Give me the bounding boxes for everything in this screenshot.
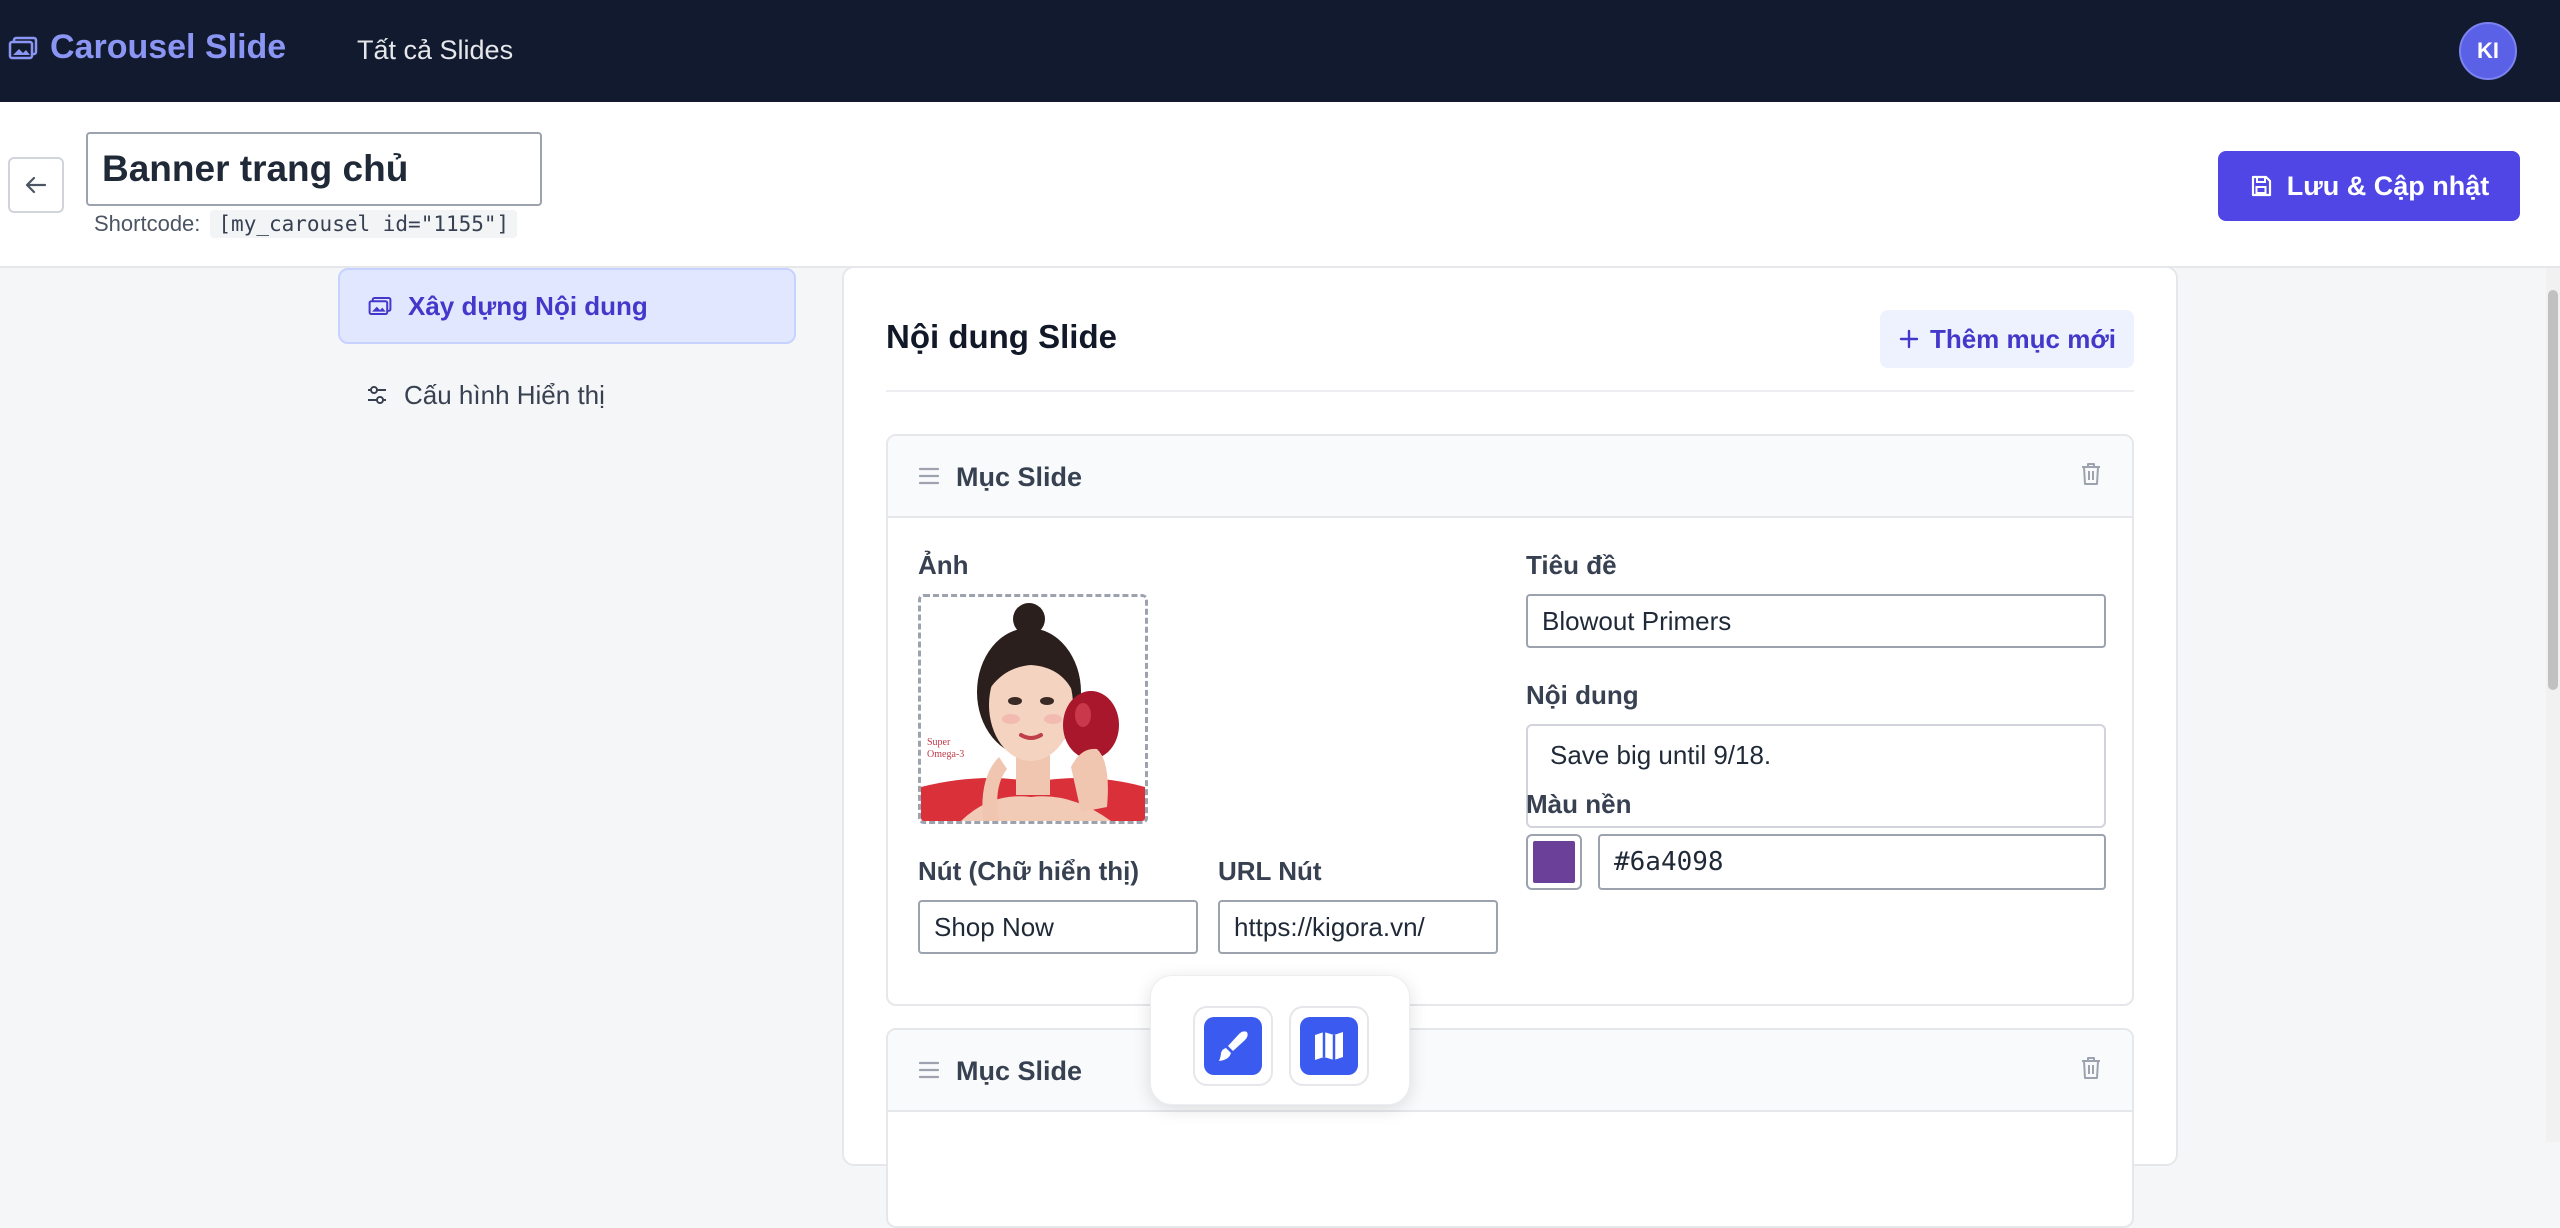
portrait-image: Super Omega-3 bbox=[921, 597, 1145, 821]
button-text-label: Nút (Chữ hiển thị) bbox=[918, 856, 1139, 886]
shortcode-label: Shortcode: bbox=[94, 211, 201, 236]
images-icon bbox=[8, 36, 38, 59]
sidebar-item-label: Cấu hình Hiển thị bbox=[404, 379, 605, 410]
bg-color-label: Màu nền bbox=[1526, 789, 1632, 819]
nav-all-slides[interactable]: Tất cả Slides bbox=[357, 35, 513, 66]
slide-item-header: Mục Slide bbox=[888, 1030, 2132, 1112]
overlay-text-2: Omega-3 bbox=[927, 749, 964, 760]
button-url-input[interactable]: https://kigora.vn/ bbox=[1218, 900, 1498, 954]
map-button[interactable] bbox=[1289, 1006, 1369, 1086]
shortcode: Shortcode: [my_carousel id="1155"] bbox=[94, 210, 518, 238]
panel-title: Nội dung Slide bbox=[886, 318, 1117, 355]
save-update-button[interactable]: Lưu & Cập nhật bbox=[2218, 151, 2520, 221]
sidebar-item-build-content[interactable]: Xây dựng Nội dung bbox=[338, 268, 796, 344]
brand-title: Carousel Slide bbox=[50, 28, 287, 66]
slide-item: Mục Slide bbox=[886, 1028, 2134, 1228]
brush-icon bbox=[1204, 1017, 1262, 1075]
bg-color-input[interactable]: #6a4098 bbox=[1598, 834, 2106, 890]
save-icon bbox=[2251, 175, 2271, 197]
button-text-input[interactable]: Shop Now bbox=[918, 900, 1198, 954]
add-item-button[interactable]: Thêm mục mới bbox=[1880, 310, 2134, 368]
slide-content-panel: Nội dung Slide Thêm mục mới Mục Slide Ản… bbox=[842, 266, 2178, 1228]
save-button-label: Lưu & Cập nhật bbox=[2286, 170, 2490, 201]
map-icon bbox=[1300, 1017, 1358, 1075]
content-label: Nội dung bbox=[1526, 680, 1639, 710]
slide-image[interactable]: Super Omega-3 bbox=[918, 594, 1148, 824]
shortcode-value[interactable]: [my_carousel id="1155"] bbox=[210, 210, 518, 238]
slide-title-input[interactable]: Blowout Primers bbox=[1526, 594, 2106, 648]
add-item-label: Thêm mục mới bbox=[1929, 323, 2117, 354]
sidebar-item-display-config[interactable]: Cấu hình Hiển thị bbox=[338, 357, 796, 433]
color-swatch-fill bbox=[1533, 841, 1575, 883]
divider bbox=[886, 390, 2134, 392]
trash-icon[interactable] bbox=[2080, 462, 2102, 486]
overlay-text-1: Super bbox=[927, 737, 951, 748]
slide-item: Mục Slide Ảnh Super Omega-3 Tiêu đề Blow… bbox=[886, 434, 2134, 1006]
sliders-icon bbox=[368, 386, 386, 404]
slide-item-header: Mục Slide bbox=[888, 436, 2132, 518]
brand[interactable]: Carousel Slide bbox=[8, 28, 286, 67]
sidebar-item-label: Xây dựng Nội dung bbox=[408, 290, 648, 321]
floating-toolbar bbox=[1150, 975, 1410, 1105]
slide-item-title: Mục Slide bbox=[956, 1056, 1083, 1086]
button-url-label: URL Nút bbox=[1218, 856, 1322, 886]
drag-handle-icon[interactable] bbox=[918, 466, 940, 486]
title-label: Tiêu đề bbox=[1526, 550, 1617, 580]
carousel-title-input[interactable]: Banner trang chủ bbox=[86, 132, 542, 206]
slide-item-title: Mục Slide bbox=[956, 462, 1083, 492]
avatar[interactable]: KI bbox=[2459, 22, 2517, 80]
plus-icon bbox=[1899, 329, 1919, 349]
bg-color-picker[interactable] bbox=[1526, 834, 1582, 890]
editor-header: Banner trang chủ Shortcode: [my_carousel… bbox=[0, 102, 2560, 268]
trash-icon[interactable] bbox=[2080, 1056, 2102, 1080]
image-label: Ảnh bbox=[918, 550, 969, 580]
images-icon bbox=[368, 297, 392, 315]
arrow-left-icon bbox=[25, 176, 47, 194]
back-button[interactable] bbox=[8, 157, 64, 213]
scrollbar-thumb[interactable] bbox=[2548, 290, 2558, 690]
drag-handle-icon[interactable] bbox=[918, 1060, 940, 1080]
top-navbar: Carousel Slide Tất cả Slides KI bbox=[0, 0, 2560, 102]
brush-button[interactable] bbox=[1193, 1006, 1273, 1086]
